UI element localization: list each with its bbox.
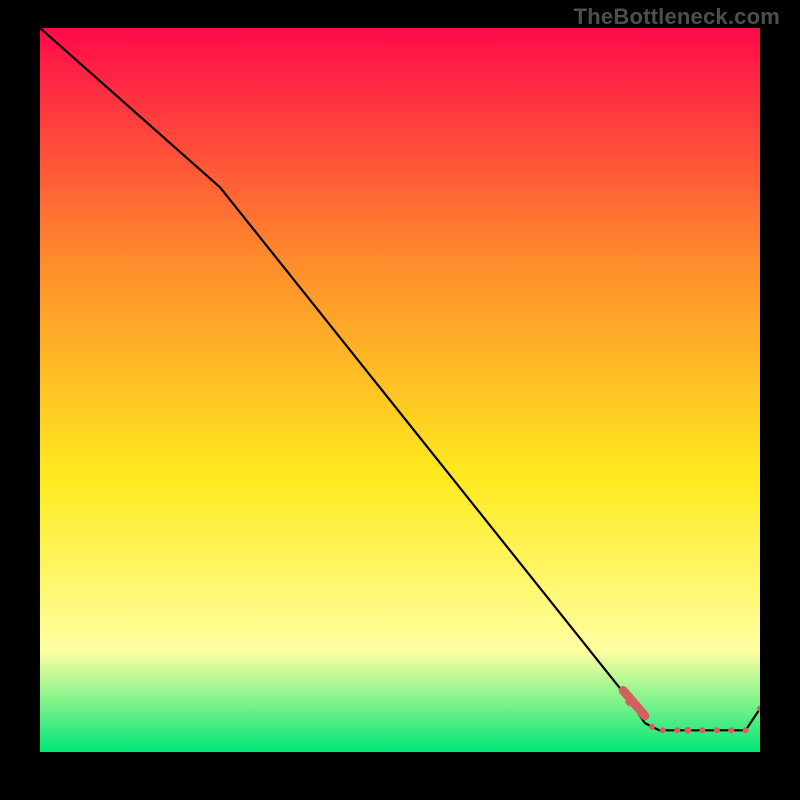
data-point-marker <box>728 727 734 733</box>
data-point-marker <box>625 696 635 706</box>
data-point-marker <box>685 727 692 734</box>
data-point-marker <box>649 724 655 730</box>
plot-area <box>40 28 760 752</box>
data-point-marker <box>743 727 749 733</box>
data-point-marker <box>674 727 680 733</box>
watermark-text: TheBottleneck.com <box>574 4 780 30</box>
curve-layer <box>40 28 760 752</box>
marker-group <box>623 691 760 734</box>
data-point-marker <box>660 727 666 733</box>
data-point-marker <box>699 727 705 733</box>
chart-frame: TheBottleneck.com <box>0 0 800 800</box>
bottleneck-curve <box>40 28 760 730</box>
data-point-marker <box>714 727 720 733</box>
